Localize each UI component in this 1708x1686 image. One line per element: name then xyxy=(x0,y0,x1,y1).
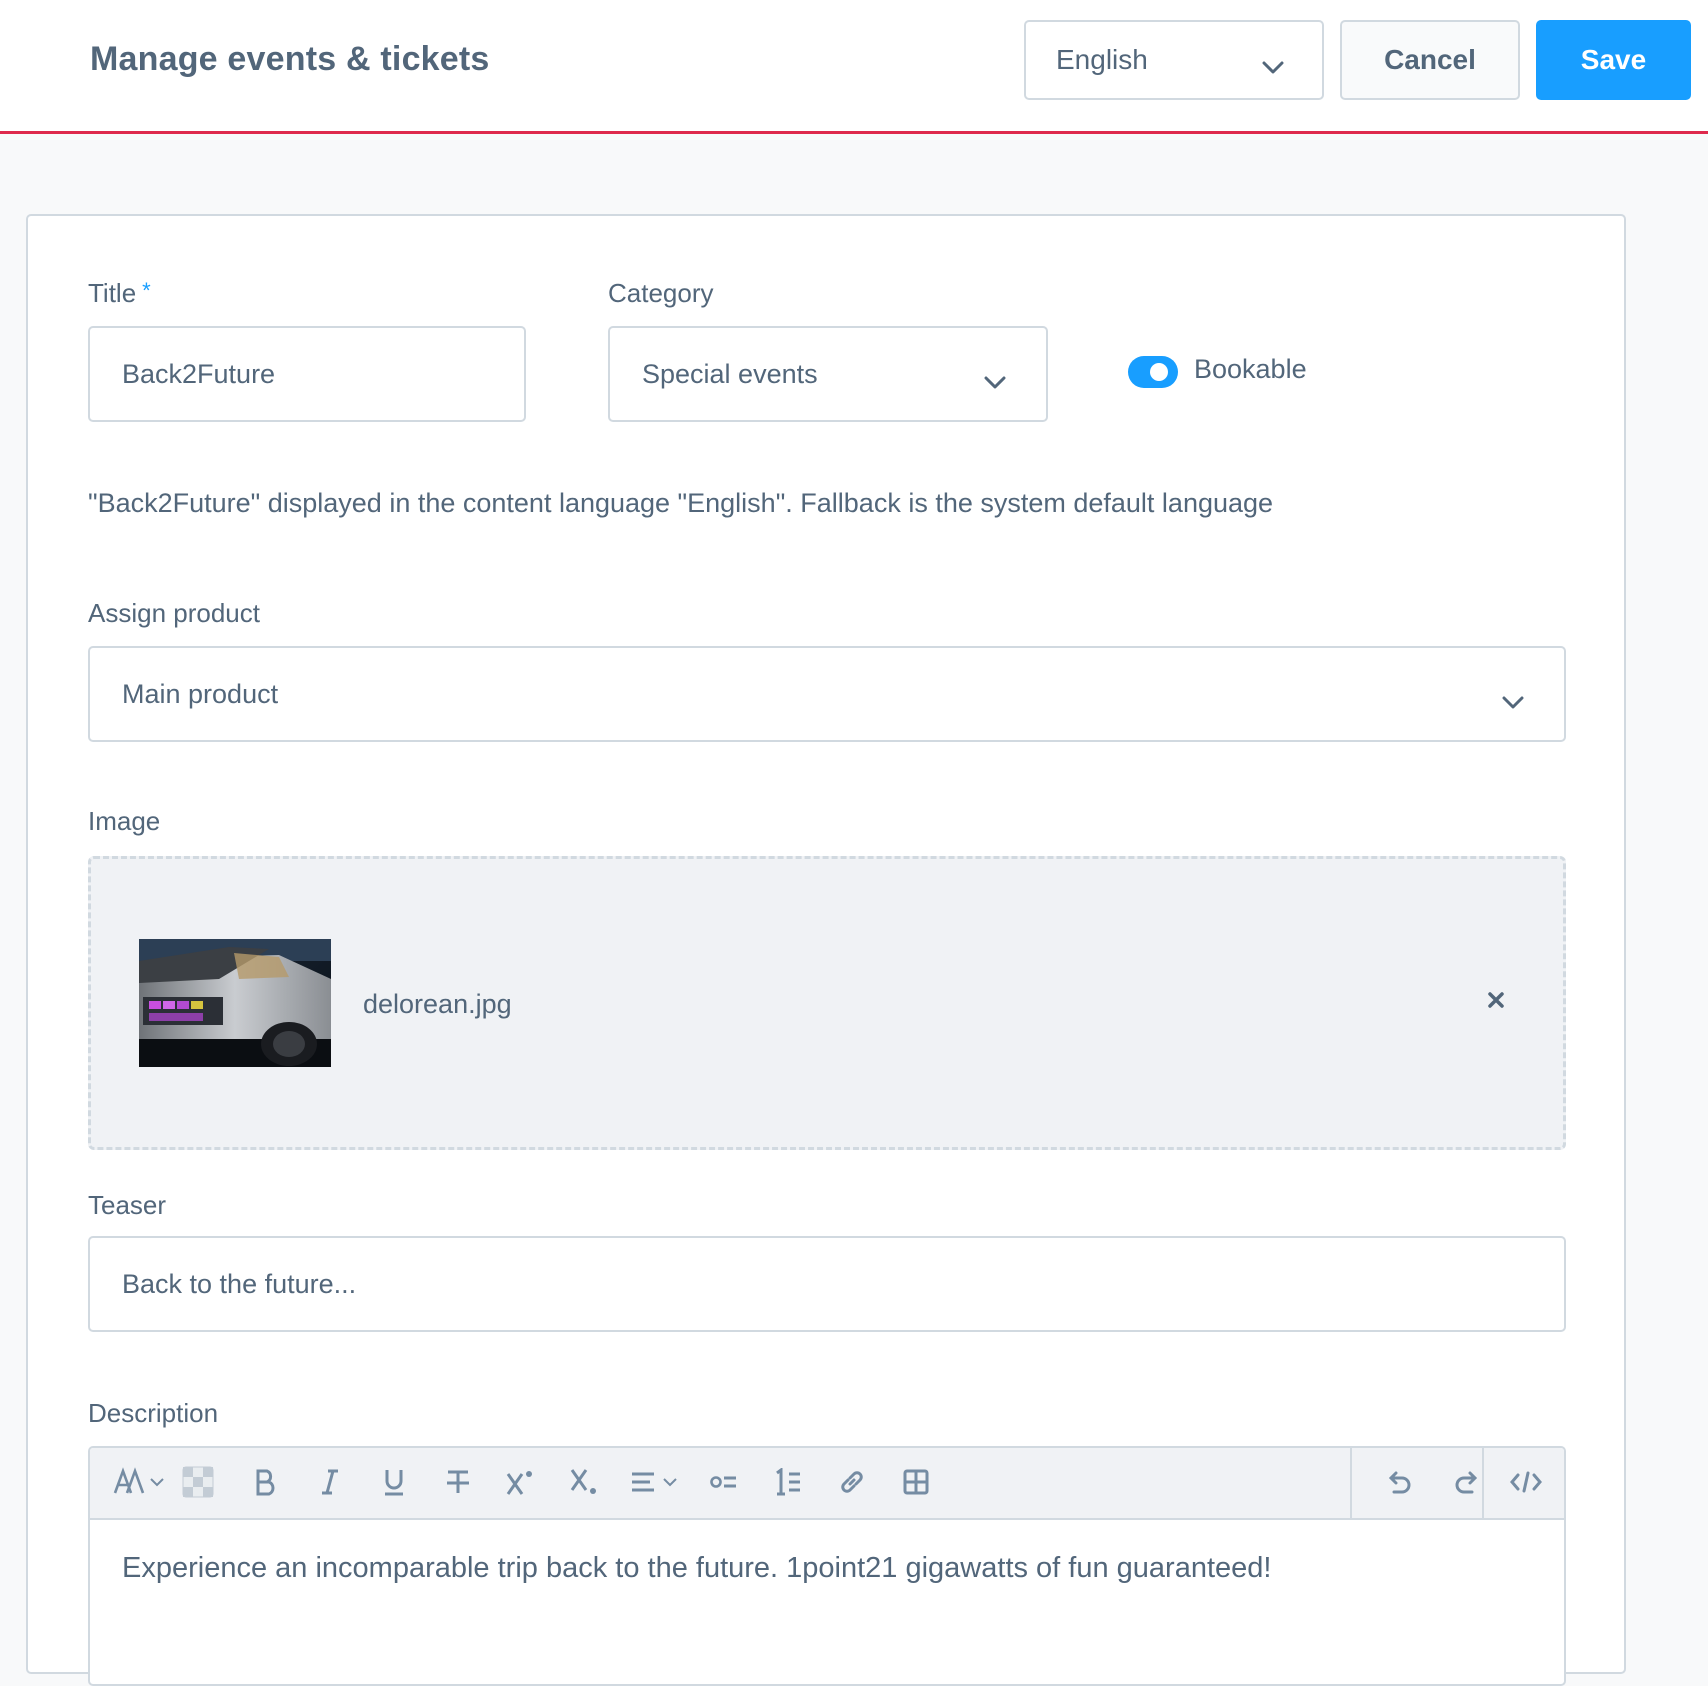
align-button[interactable] xyxy=(628,1466,684,1502)
category-select-value: Special events xyxy=(642,358,818,389)
title-input-value: Back2Future xyxy=(122,358,276,389)
table-icon xyxy=(902,1468,930,1501)
editor-toolbar xyxy=(90,1448,1564,1520)
description-text: Experience an incomparable trip back to … xyxy=(122,1552,1272,1584)
page-title: Manage events & tickets xyxy=(90,40,490,78)
image-dropzone[interactable]: delorean.jpg xyxy=(88,856,1566,1150)
teaser-input-value: Back to the future... xyxy=(122,1268,357,1299)
title-label: Title * xyxy=(88,278,151,309)
description-editor[interactable]: Experience an incomparable trip back to … xyxy=(88,1446,1566,1686)
page-header: Manage events & tickets English Cancel S… xyxy=(0,0,1708,134)
align-icon xyxy=(630,1470,682,1499)
cancel-button[interactable]: Cancel xyxy=(1340,20,1520,100)
chevron-down-icon xyxy=(1262,50,1284,82)
required-marker: * xyxy=(142,278,151,303)
teaser-input[interactable]: Back to the future... xyxy=(88,1236,1566,1332)
italic-icon xyxy=(320,1468,340,1501)
strikethrough-button[interactable] xyxy=(440,1466,476,1502)
text-color-button[interactable] xyxy=(180,1466,216,1502)
assign-product-select[interactable]: Main product xyxy=(88,646,1566,742)
italic-button[interactable] xyxy=(312,1466,348,1502)
remove-image-button[interactable] xyxy=(1481,987,1511,1017)
category-select[interactable]: Special events xyxy=(608,326,1048,422)
text-style-button[interactable] xyxy=(110,1466,170,1502)
image-thumbnail[interactable] xyxy=(139,939,331,1067)
close-icon xyxy=(1487,991,1505,1014)
table-button[interactable] xyxy=(898,1466,934,1502)
language-select[interactable]: English xyxy=(1024,20,1324,100)
toggle-knob xyxy=(1150,363,1168,381)
chevron-down-icon xyxy=(1502,686,1524,717)
bookable-toggle[interactable] xyxy=(1128,356,1178,388)
bold-button[interactable] xyxy=(248,1466,284,1502)
image-filename: delorean.jpg xyxy=(363,989,512,1019)
ordered-list-icon xyxy=(774,1466,802,1501)
toolbar-divider xyxy=(1350,1448,1352,1520)
strikethrough-icon xyxy=(445,1468,471,1501)
subscript-button[interactable] xyxy=(566,1466,602,1502)
toolbar-divider xyxy=(1482,1448,1484,1520)
redo-icon xyxy=(1452,1468,1480,1501)
image-label: Image xyxy=(88,806,161,836)
title-input[interactable]: Back2Future xyxy=(88,326,526,422)
text-color-icon xyxy=(182,1466,214,1503)
link-button[interactable] xyxy=(834,1466,870,1502)
redo-button[interactable] xyxy=(1448,1466,1484,1502)
superscript-button[interactable] xyxy=(502,1466,538,1502)
ordered-list-button[interactable] xyxy=(770,1466,806,1502)
teaser-label: Teaser xyxy=(88,1190,167,1220)
language-hint: "Back2Future" displayed in the content l… xyxy=(88,488,1274,518)
undo-button[interactable] xyxy=(1382,1466,1418,1502)
unordered-list-button[interactable] xyxy=(706,1466,742,1502)
code-view-button[interactable] xyxy=(1506,1466,1546,1502)
subscript-icon xyxy=(569,1468,599,1501)
event-form-card: Title * Back2Future Category Special even… xyxy=(26,214,1626,1686)
title-label-text: Title xyxy=(88,278,137,308)
text-style-icon xyxy=(113,1466,167,1502)
category-label: Category xyxy=(608,278,714,308)
undo-icon xyxy=(1386,1468,1414,1501)
assign-product-label: Assign product xyxy=(88,598,260,628)
description-label: Description xyxy=(88,1398,219,1428)
bold-icon xyxy=(254,1468,278,1501)
chevron-down-icon xyxy=(984,366,1006,397)
unordered-list-icon xyxy=(710,1472,738,1497)
link-icon xyxy=(838,1468,866,1501)
superscript-icon xyxy=(505,1468,535,1501)
save-button[interactable]: Save xyxy=(1536,20,1691,100)
underline-button[interactable] xyxy=(376,1466,412,1502)
language-select-value: English xyxy=(1056,44,1148,75)
code-view-icon xyxy=(1510,1470,1542,1499)
underline-icon xyxy=(382,1468,406,1501)
assign-product-value: Main product xyxy=(122,678,279,709)
bookable-label: Bookable xyxy=(1194,354,1307,384)
